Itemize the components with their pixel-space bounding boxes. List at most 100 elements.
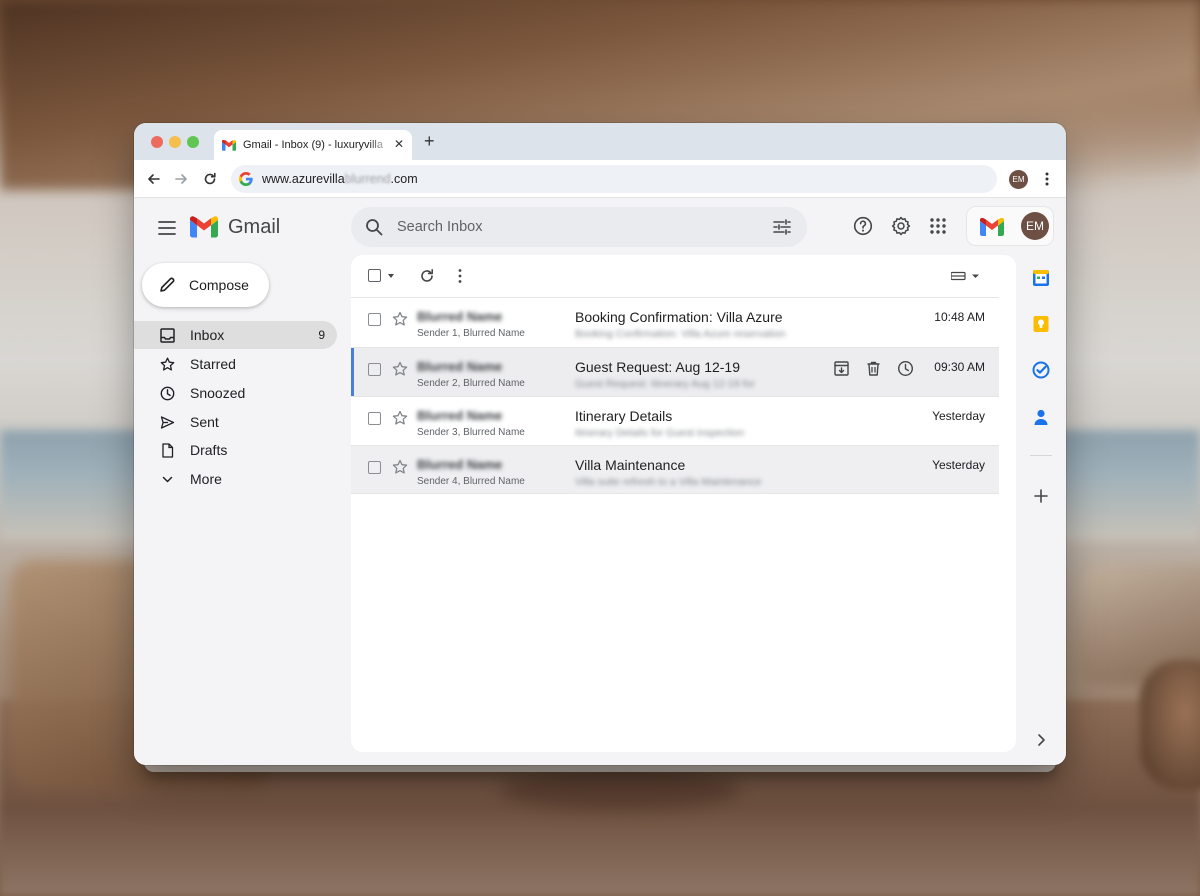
send-icon — [160, 415, 175, 429]
mail-list-panel: Blurred Name Sender 1, Blurred Name Book… — [351, 255, 1016, 752]
sender-name: Blurred Name — [417, 309, 503, 324]
refresh-icon[interactable] — [419, 268, 435, 284]
chevron-right-icon[interactable] — [1036, 733, 1046, 747]
gmail-app: Gmail Search Inbox EM Compose Inbox 9 St… — [134, 198, 1066, 765]
row-checkbox[interactable] — [368, 363, 381, 376]
sidebar-item-snoozed[interactable]: Snoozed — [134, 379, 337, 407]
sidebar-item-label: Starred — [190, 356, 236, 372]
search-bar[interactable] — [351, 207, 807, 247]
sender-detail-label: Sender 2, — [417, 378, 464, 389]
tasks-icon[interactable] — [1032, 361, 1050, 379]
tab-close-icon[interactable]: ✕ — [394, 137, 404, 151]
compose-button[interactable]: Compose — [142, 263, 269, 307]
search-input[interactable] — [397, 215, 757, 239]
main-menu-icon[interactable] — [158, 221, 176, 235]
url-domain-prefix: www.azurevilla — [262, 172, 345, 186]
browser-window: Gmail - Inbox (9) - luxuryvilla ✕ + www.… — [134, 123, 1066, 765]
inbox-icon — [160, 327, 175, 343]
sender-detail-name: Blurred Name — [463, 427, 525, 438]
clock-icon — [160, 386, 175, 400]
settings-gear-icon[interactable] — [891, 216, 911, 236]
apps-grid-icon[interactable] — [929, 217, 947, 235]
sidebar-item-sent[interactable]: Sent — [134, 408, 337, 436]
forward-arrow-icon[interactable] — [173, 171, 189, 187]
support-help-icon[interactable] — [853, 216, 873, 236]
archive-icon[interactable] — [833, 360, 850, 377]
more-options-kebab-icon[interactable] — [457, 268, 463, 284]
sender-detail-label: Sender 1, — [417, 328, 464, 339]
mail-list-toolbar — [351, 255, 1016, 297]
sender-detail-label: Sender 3, — [417, 427, 464, 438]
sidebar-item-drafts[interactable]: Drafts — [134, 436, 337, 464]
sender-detail-label: Sender 4, — [417, 476, 464, 487]
pencil-icon — [160, 277, 175, 292]
search-options-tune-icon[interactable] — [773, 219, 791, 235]
close-window-button[interactable] — [151, 136, 163, 148]
address-bar[interactable]: www.azurevillablurrend.com — [231, 165, 997, 193]
email-row[interactable]: Blurred Name Sender 1, Blurred Name Book… — [351, 297, 999, 346]
calendar-icon[interactable] — [1032, 269, 1050, 287]
sender-detail-name: Blurred Name — [463, 378, 525, 389]
tab-strip: Gmail - Inbox (9) - luxuryvilla ✕ + — [134, 123, 1066, 160]
star-icon[interactable] — [392, 410, 408, 426]
sender-name: Blurred Name — [417, 359, 503, 374]
minimize-window-button[interactable] — [169, 136, 181, 148]
select-all-checkbox[interactable] — [368, 269, 381, 282]
back-arrow-icon[interactable] — [146, 171, 162, 187]
sidebar-item-inbox[interactable]: Inbox 9 — [134, 321, 337, 349]
browser-tab-gmail[interactable]: Gmail - Inbox (9) - luxuryvilla ✕ — [214, 130, 412, 160]
email-snippet: Guest Request: Itinerary Aug 12-19 for — [575, 378, 755, 390]
sender-detail: Sender 1, Blurred Name — [417, 328, 525, 339]
email-time: Yesterday — [932, 458, 985, 472]
email-subject: Villa Maintenance — [575, 457, 686, 473]
reload-icon[interactable] — [202, 171, 218, 187]
browser-menu-kebab-icon[interactable] — [1040, 171, 1054, 187]
email-row[interactable]: Blurred Name Sender 4, Blurred Name Vill… — [351, 445, 999, 494]
email-time: 10:48 AM — [934, 310, 985, 324]
email-snippet: Villa suite refresh to a Villa Maintenan… — [575, 476, 762, 488]
get-addons-plus-icon[interactable] — [1033, 488, 1049, 504]
email-time: Yesterday — [932, 409, 985, 423]
star-icon — [160, 357, 175, 371]
tab-title: Gmail - Inbox (9) - luxuryvilla — [243, 139, 383, 151]
keep-notes-icon[interactable] — [1032, 315, 1050, 333]
sender-detail: Sender 4, Blurred Name — [417, 476, 525, 487]
browser-toolbar: www.azurevillablurrend.com EM — [134, 160, 1066, 198]
contacts-icon[interactable] — [1032, 408, 1050, 426]
row-checkbox[interactable] — [368, 412, 381, 425]
sender-detail-name: Blurred Name — [463, 328, 525, 339]
density-toggle-icon[interactable] — [951, 270, 981, 282]
row-checkbox[interactable] — [368, 461, 381, 474]
unread-count-badge: 9 — [318, 328, 325, 342]
email-snippet: Itinerary Details for Guest inspection — [575, 427, 745, 439]
row-checkbox[interactable] — [368, 313, 381, 326]
new-tab-button[interactable]: + — [424, 132, 435, 150]
gmail-logo-icon[interactable] — [190, 216, 218, 238]
sidebar-item-starred[interactable]: Starred — [134, 350, 337, 378]
email-row[interactable]: Blurred Name Sender 3, Blurred Name Itin… — [351, 396, 999, 445]
rail-divider — [1030, 455, 1052, 456]
sender-detail-name: Blurred Name — [463, 476, 525, 487]
url-blurred-segment: blurrend — [344, 172, 391, 186]
search-icon[interactable] — [365, 218, 383, 236]
select-options-caret-icon[interactable] — [388, 274, 394, 278]
background-planter — [1140, 660, 1200, 790]
star-icon[interactable] — [392, 459, 408, 475]
chevron-down-icon — [162, 476, 173, 482]
browser-profile-avatar[interactable]: EM — [1009, 170, 1028, 189]
url-text[interactable]: www.azurevillablurrend.com — [262, 172, 418, 186]
sidebar-item-label: Snoozed — [190, 385, 246, 401]
star-icon[interactable] — [392, 311, 408, 327]
sender-name: Blurred Name — [417, 408, 503, 423]
sidebar-item-more[interactable]: More — [134, 465, 337, 493]
delete-trash-icon[interactable] — [865, 360, 882, 377]
star-icon[interactable] — [392, 361, 408, 377]
gmail-favicon-icon — [222, 139, 236, 151]
snooze-clock-icon[interactable] — [897, 360, 914, 377]
email-snippet: Booking Confirmation: Villa Azure reserv… — [575, 328, 786, 340]
google-g-icon — [239, 172, 253, 186]
email-row[interactable]: Blurred Name Sender 2, Blurred Name Gues… — [351, 347, 999, 396]
sidebar-item-label: Inbox — [190, 327, 225, 343]
gmail-logo-icon — [980, 218, 1004, 236]
maximize-window-button[interactable] — [187, 136, 199, 148]
